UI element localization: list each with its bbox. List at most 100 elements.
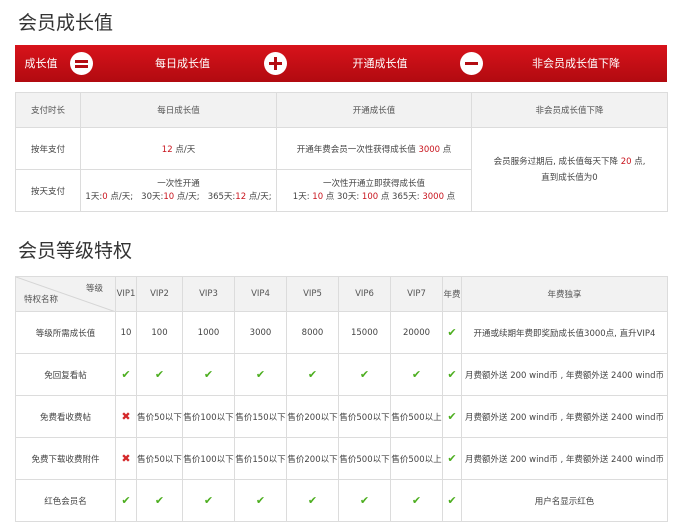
table-row: 等级所需成长值 10 100 1000 3000 8000 15000 20000 ✔ 开通或续期… [15,311,668,354]
annual-cell: ✔ [442,353,462,396]
yearly-daily: 12 点/天 [80,127,277,170]
exclusive-cell: 用户名显示红色 [461,479,668,522]
level-cell: ✔ [115,479,137,522]
growth-banner: 成长值 每日成长值 开通成长值 非会员成长值下降 [15,45,667,82]
column-header: VIP1 [115,276,137,312]
section-title-levels: 会员等级特权 [18,240,133,262]
corner-top-label: 等级 [85,284,103,294]
check-icon: ✔ [307,494,318,507]
check-icon: ✔ [447,326,457,339]
level-cell: ✖ [115,395,137,438]
banner-activate-label: 开通成长值 [352,57,408,70]
header-nonmember: 非会员成长值下降 [471,92,668,128]
daily-daily: 一次性开通 1天:0 点/天; 30天:10 点/天; 365天:12 点/天; [80,169,277,212]
equals-icon [70,52,93,75]
cross-icon: ✖ [121,452,131,465]
corner-bottom-label: 特权名称 [24,295,59,305]
column-header: VIP4 [234,276,287,312]
level-table: 等级 特权名称 VIP1 VIP2 VIP3 VIP4 VIP5 VIP6 VIP7 年费 年费… [15,276,668,522]
level-cell: ✔ [182,479,235,522]
level-cell: 100 [136,311,183,354]
annual-cell: ✔ [442,395,462,438]
row-label-daily: 按天支付 [15,169,81,212]
banner-nonmember-label: 非会员成长值下降 [532,57,620,70]
check-icon: ✔ [203,368,214,381]
level-cell: ✔ [115,353,137,396]
level-cell: ✔ [338,479,391,522]
header-activate: 开通成长值 [276,92,472,128]
column-header: VIP6 [338,276,391,312]
check-icon: ✔ [203,494,214,507]
exclusive-cell: 开通或续期年费即奖励成长值3000点, 直升VIP4 [461,311,668,354]
exclusive-cell: 月费额外送 200 wind币 , 年费额外送 2400 wind币 [461,437,668,480]
level-cell: ✔ [390,353,443,396]
check-icon: ✔ [411,368,422,381]
exclusive-cell: 月费额外送 200 wind币 , 年费额外送 2400 wind币 [461,395,668,438]
check-icon: ✔ [154,368,165,381]
privilege-name: 免费下载收费附件 [15,437,116,480]
level-cell: 售价200以下 [286,395,339,438]
level-cell: 8000 [286,311,339,354]
privilege-name: 免费看收费帖 [15,395,116,438]
level-cell: ✔ [234,479,287,522]
header-daily: 每日成长值 [80,92,277,128]
check-icon: ✔ [154,494,165,507]
column-header: 年费 [442,276,462,312]
level-cell: 售价150以下 [234,395,287,438]
column-header: 年费独享 [461,276,668,312]
yearly-activate: 开通年费会员一次性获得成长值 3000 点 [276,127,472,170]
level-cell: 20000 [390,311,443,354]
level-cell: ✔ [390,479,443,522]
level-cell: ✖ [115,437,137,480]
check-icon: ✔ [359,494,370,507]
daily-activate: 一次性开通立即获得成长值 1天: 10 点 30天: 100 点 365天: 30… [276,169,472,212]
level-cell: ✔ [182,353,235,396]
level-cell: 1000 [182,311,235,354]
corner-header: 等级 特权名称 [15,276,116,312]
level-cell: 售价500以上 [390,437,443,480]
annual-cell: ✔ [442,437,462,480]
check-icon: ✔ [307,368,318,381]
check-icon: ✔ [447,410,457,423]
check-icon: ✔ [121,494,131,507]
level-cell: ✔ [234,353,287,396]
check-icon: ✔ [447,368,457,381]
level-cell: 售价150以下 [234,437,287,480]
level-cell: 售价200以下 [286,437,339,480]
level-cell: ✔ [286,353,339,396]
table-row: 免回复看帖 ✔ ✔ ✔ ✔ ✔ ✔ ✔ ✔ 月费额外送 200 wind币 , 年费额外送 240… [15,353,668,396]
privilege-name: 免回复看帖 [15,353,116,396]
banner-daily-label: 每日成长值 [155,57,210,70]
exclusive-cell: 月费额外送 200 wind币 , 年费额外送 2400 wind币 [461,353,668,396]
column-header: VIP2 [136,276,183,312]
level-cell: ✔ [286,479,339,522]
check-icon: ✔ [255,494,266,507]
minus-icon [460,52,483,75]
growth-table: 支付时长 每日成长值 开通成长值 非会员成长值下降 按年支付 12 点/天 开通… [15,92,668,212]
level-cell: 售价50以下 [136,437,183,480]
privilege-name: 等级所需成长值 [15,311,116,354]
table-row: 免费下载收费附件 ✖ 售价50以下 售价100以下 售价150以下 售价200以下 售价50… [15,437,668,480]
check-icon: ✔ [359,368,370,381]
check-icon: ✔ [411,494,422,507]
level-cell: 售价100以下 [182,437,235,480]
column-header: VIP7 [390,276,443,312]
banner-growth-label: 成长值 [24,57,58,70]
annual-cell: ✔ [442,311,462,354]
level-cell: 15000 [338,311,391,354]
column-header: VIP3 [182,276,235,312]
level-cell: 10 [115,311,137,354]
column-header: VIP5 [286,276,339,312]
nonmember-desc: 会员服务过期后, 成长值每天下降 20 点, 直到成长值为0 [471,127,668,212]
level-cell: 售价500以下 [338,395,391,438]
privilege-name: 红色会员名 [15,479,116,522]
level-cell: 售价500以上 [390,395,443,438]
level-cell: 3000 [234,311,287,354]
check-icon: ✔ [447,494,457,507]
plus-icon [264,52,287,75]
level-cell: ✔ [136,479,183,522]
level-cell: 售价100以下 [182,395,235,438]
annual-cell: ✔ [442,479,462,522]
header-duration: 支付时长 [15,92,81,128]
level-cell: 售价50以下 [136,395,183,438]
